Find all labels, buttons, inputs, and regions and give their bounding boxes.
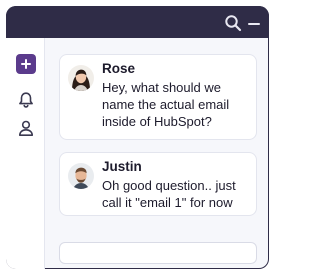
minimize-icon[interactable]	[248, 23, 260, 25]
title-bar	[6, 6, 269, 38]
sidebar	[6, 38, 45, 269]
message-input[interactable]	[59, 242, 257, 264]
search-icon[interactable]	[224, 14, 242, 32]
message-text: Oh good question.. just call it "email 1…	[102, 178, 236, 210]
message-card: Rose Hey, what should we name the actual…	[59, 54, 257, 140]
person-icon[interactable]	[16, 118, 36, 138]
bell-icon[interactable]	[16, 90, 36, 110]
new-chat-button[interactable]	[16, 54, 36, 74]
message-card: Justin Oh good question.. just call it "…	[59, 152, 257, 216]
message-author: Rose	[102, 61, 136, 76]
avatar	[68, 163, 94, 189]
avatar	[68, 65, 94, 91]
message-author: Justin	[102, 159, 142, 174]
conversation: Rose Hey, what should we name the actual…	[45, 38, 269, 269]
chat-window: Rose Hey, what should we name the actual…	[6, 6, 269, 269]
message-text: Hey, what should we name the actual emai…	[102, 80, 230, 129]
